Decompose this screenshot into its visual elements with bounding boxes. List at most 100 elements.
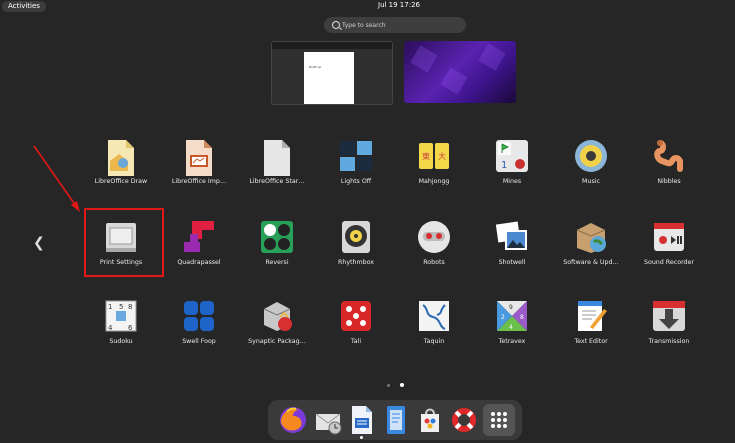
- libreoffice-start-icon: [260, 139, 294, 176]
- app-label: Mahjongg: [418, 178, 450, 185]
- search-icon: [332, 21, 340, 29]
- app-shotwell[interactable]: Shotwell: [472, 220, 552, 266]
- docs-icon[interactable]: [380, 404, 412, 436]
- app-label: Lights Off: [340, 178, 372, 185]
- svg-text:1: 1: [501, 160, 507, 171]
- taquin-icon: [417, 299, 451, 333]
- quadrapassel-icon: [182, 220, 216, 254]
- svg-text:1: 1: [108, 303, 112, 311]
- rhythmbox-icon: [339, 220, 373, 254]
- chevron-left-icon[interactable]: ❮: [33, 235, 45, 251]
- app-swell-foop[interactable]: Swell Foop: [159, 299, 239, 345]
- clock[interactable]: Jul 19 17:26: [378, 0, 420, 11]
- app-label: Rhythmbox: [337, 259, 375, 266]
- svg-text:8: 8: [128, 303, 132, 311]
- svg-text:東: 東: [422, 151, 430, 161]
- app-label: Mines: [502, 178, 522, 185]
- app-mines[interactable]: 1 Mines: [472, 139, 552, 185]
- app-libreoffice-impress[interactable]: LibreOffice Imp…: [159, 139, 239, 185]
- app-music[interactable]: Music: [551, 139, 631, 185]
- firefox-icon[interactable]: [277, 404, 309, 436]
- reversi-icon: [260, 220, 294, 254]
- app-label: Music: [582, 178, 600, 185]
- app-grid-icon[interactable]: [483, 404, 515, 436]
- app-label: Robots: [423, 259, 445, 266]
- swell-foop-icon: [182, 299, 216, 333]
- nibbles-icon: [652, 139, 686, 173]
- wallpaper-shape: [410, 45, 438, 73]
- printer-icon: [104, 220, 138, 254]
- app-robots[interactable]: Robots: [394, 220, 474, 266]
- svg-text:2: 2: [501, 314, 505, 321]
- document-page: Draft up: [304, 52, 354, 104]
- wallpaper-shape: [478, 43, 506, 71]
- shotwell-icon: [495, 220, 529, 254]
- svg-text:5: 5: [119, 303, 123, 311]
- app-sound-recorder[interactable]: Sound Recorder: [629, 220, 709, 266]
- app-quadrapassel[interactable]: Quadrapassel: [159, 220, 239, 266]
- app-rhythmbox[interactable]: Rhythmbox: [316, 220, 396, 266]
- help-icon[interactable]: [448, 404, 480, 436]
- app-tetravex[interactable]: 92 84 Tetravex: [472, 299, 552, 345]
- app-print-settings[interactable]: Print Settings: [81, 220, 161, 266]
- sound-recorder-icon: [652, 220, 686, 254]
- app-text-editor[interactable]: Text Editor: [551, 299, 631, 345]
- mail-icon[interactable]: [312, 404, 344, 436]
- app-label: Sudoku: [109, 338, 133, 345]
- sudoku-icon: 158 4 6: [104, 299, 138, 333]
- wallpaper-shape: [440, 67, 468, 95]
- app-taquin[interactable]: Taquin: [394, 299, 474, 345]
- app-mahjongg[interactable]: 東大 Mahjongg: [394, 139, 474, 185]
- page-dot-2[interactable]: [400, 383, 404, 387]
- app-label: Quadrapassel: [177, 259, 221, 266]
- app-label: Print Settings: [99, 259, 143, 266]
- software-updates-icon: [574, 220, 608, 254]
- search-bar[interactable]: [324, 17, 466, 33]
- document-text: Draft up: [309, 65, 322, 69]
- app-label: Software & Upd…: [563, 259, 619, 266]
- synaptic-icon: [260, 299, 294, 333]
- app-label: Taquin: [423, 338, 445, 345]
- robots-icon: [417, 220, 451, 254]
- app-label: LibreOffice Star…: [249, 178, 305, 185]
- tali-icon: [339, 299, 373, 333]
- app-synaptic[interactable]: Synaptic Packag…: [237, 299, 317, 345]
- app-libreoffice-draw[interactable]: LibreOffice Draw: [81, 139, 161, 185]
- dock: [268, 400, 522, 440]
- svg-text:8: 8: [520, 314, 524, 321]
- activities-button[interactable]: Activities: [2, 1, 46, 12]
- app-transmission[interactable]: Transmission: [629, 299, 709, 345]
- software-store-icon[interactable]: [414, 404, 446, 436]
- writer-icon[interactable]: [346, 404, 378, 436]
- svg-text:4: 4: [509, 324, 513, 331]
- app-label: Tali: [350, 338, 362, 345]
- page-dot-1[interactable]: [387, 384, 390, 387]
- app-label: Swell Foop: [182, 338, 216, 345]
- app-nibbles[interactable]: Nibbles: [629, 139, 709, 185]
- mines-icon: 1: [495, 139, 529, 173]
- app-label: LibreOffice Draw: [94, 178, 148, 185]
- libreoffice-impress-icon: [182, 139, 216, 176]
- text-editor-icon: [574, 299, 608, 333]
- svg-text:4: 4: [108, 324, 113, 332]
- app-label: LibreOffice Imp…: [171, 178, 227, 185]
- app-lights-off[interactable]: Lights Off: [316, 139, 396, 185]
- search-input[interactable]: [342, 17, 460, 33]
- app-libreoffice-start[interactable]: LibreOffice Star…: [237, 139, 317, 185]
- svg-text:6: 6: [128, 324, 133, 332]
- app-label: Nibbles: [657, 178, 681, 185]
- libreoffice-draw-icon: [104, 139, 138, 176]
- workspace-thumbnail-2[interactable]: [404, 41, 516, 103]
- mahjongg-icon: 東大: [417, 139, 451, 173]
- app-label: Text Editor: [574, 338, 608, 345]
- app-software-updates[interactable]: Software & Upd…: [551, 220, 631, 266]
- workspace-thumbnail-1[interactable]: Draft up: [271, 41, 393, 105]
- app-sudoku[interactable]: 158 4 6 Sudoku: [81, 299, 161, 345]
- music-icon: [574, 139, 608, 173]
- app-label: Shotwell: [498, 259, 526, 266]
- app-reversi[interactable]: Reversi: [237, 220, 317, 266]
- svg-text:9: 9: [509, 304, 513, 311]
- app-label: Synaptic Packag…: [248, 338, 306, 345]
- app-tali[interactable]: Tali: [316, 299, 396, 345]
- window-toolbar: [272, 42, 392, 49]
